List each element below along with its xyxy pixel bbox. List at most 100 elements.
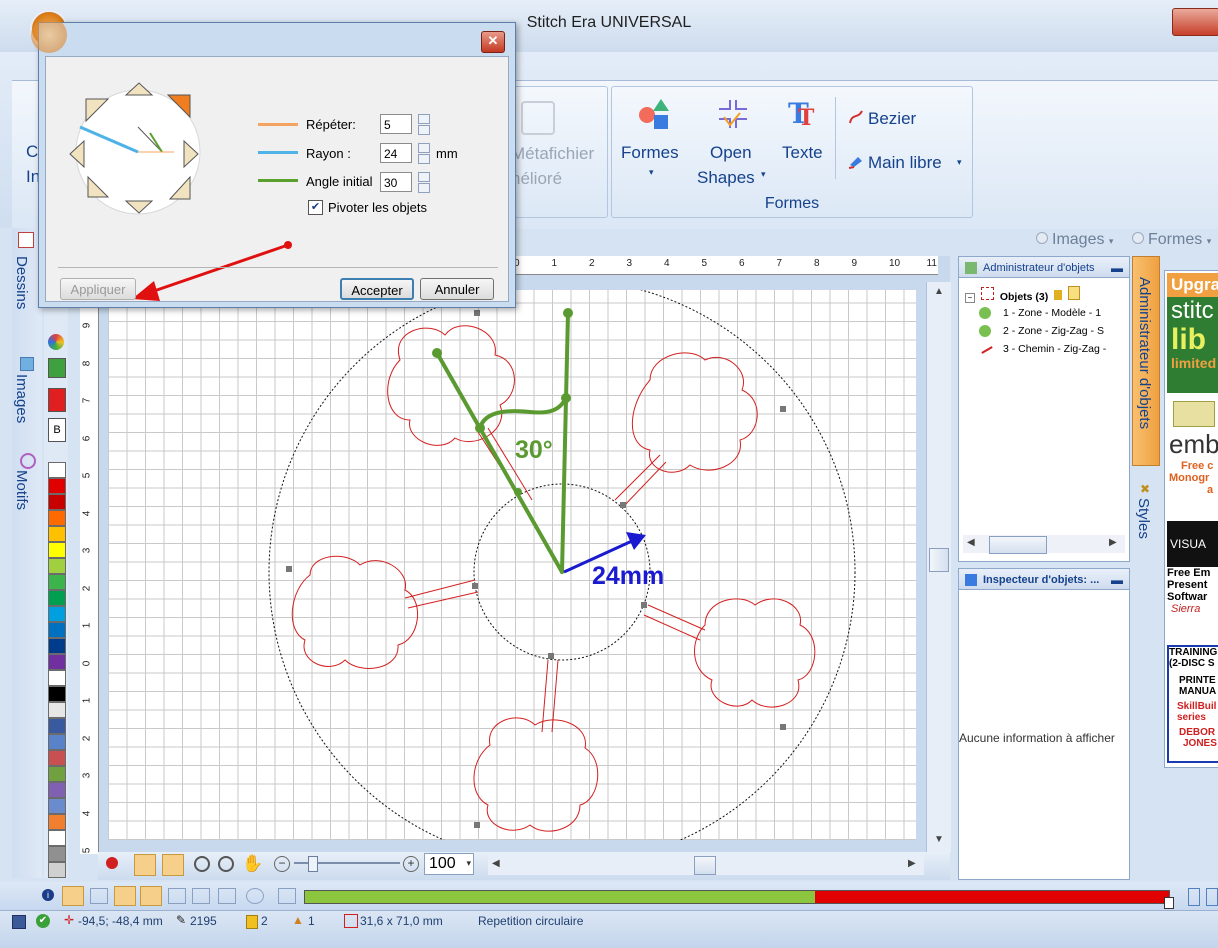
tree-h-scrollbar[interactable]: ◀ ▶ [963,535,1125,554]
color-swatch[interactable] [48,478,66,494]
accept-button[interactable]: Accepter [340,278,414,300]
ad-visual[interactable]: VISUA Free Em Present Softwar Sierra [1167,521,1218,641]
spin-up-icon[interactable] [418,143,430,153]
tab-images-left[interactable]: Images [13,374,43,444]
vertical-scrollbar[interactable]: ▲ ▼ [926,282,951,852]
zoom-slider[interactable] [294,856,400,872]
color-swatch[interactable] [48,526,66,542]
color-swatch[interactable] [48,574,66,590]
tree-item-2[interactable]: 2 - Zone - Zig-Zag - S [979,322,1104,340]
fill-tool-icon[interactable] [48,358,66,378]
repeat-input[interactable]: 5 [380,114,412,134]
spin-down-icon[interactable] [418,154,430,164]
visibility-icon[interactable] [1068,286,1081,300]
snap-toggle-icon[interactable] [162,854,184,876]
scroll-up-icon[interactable]: ▲ [934,286,944,297]
color-swatch[interactable] [48,814,66,830]
zoom-slider-thumb[interactable] [308,856,318,872]
tool-icon-9[interactable] [278,888,296,904]
tool-icon-5[interactable] [168,888,186,904]
scroll-left-icon[interactable]: ◀ [967,537,975,548]
zoom-select-icon[interactable] [218,856,234,872]
ad-emb[interactable]: emb Free c Monogr a [1167,399,1218,517]
pen-tool-icon[interactable] [48,388,66,412]
record-icon[interactable] [106,857,118,869]
radius-spinner[interactable] [418,143,430,164]
tab-images[interactable]: Images ▾ [1036,231,1113,249]
color-swatch[interactable] [48,734,66,750]
color-swatch[interactable] [48,622,66,638]
zoom-in-icon[interactable]: + [403,856,419,872]
color-swatch[interactable] [48,510,66,526]
metafile-button-line1[interactable]: Métafichier [511,144,594,164]
tree-scrollbar-thumb[interactable] [989,536,1047,554]
spin-down-icon[interactable] [418,125,430,135]
dialog-close-button[interactable]: ✕ [481,31,505,53]
color-swatch[interactable] [48,766,66,782]
cancel-button[interactable]: Annuler [420,278,494,300]
tool-icon-1[interactable] [62,886,84,906]
lock-icon[interactable] [1054,290,1063,300]
panel-minimize-icon[interactable]: ▬ [1111,569,1123,591]
zoom-combo[interactable]: 100 ▾ [424,853,474,875]
horizontal-scrollbar[interactable]: ◀ ▶ [488,855,924,875]
tab-styles[interactable]: Styles [1132,498,1160,558]
color-swatch[interactable] [48,862,66,878]
tool-icon-7[interactable] [218,888,236,904]
spin-down-icon[interactable] [418,183,430,193]
color-swatch[interactable] [48,590,66,606]
progress-end-marker[interactable] [1164,897,1174,909]
palette-tool-icon[interactable] [48,334,64,350]
panel-minimize-icon[interactable]: ▬ [1111,257,1123,279]
tab-formes[interactable]: Formes ▾ [1132,231,1211,249]
tree-item-1[interactable]: 1 - Zone - Modèle - 1 [979,304,1101,322]
scroll-right-icon[interactable]: ▶ [1109,537,1117,548]
pan-hand-icon[interactable]: ✋ [242,854,263,874]
text-style-icon[interactable]: B [48,418,66,442]
color-swatch[interactable] [48,542,66,558]
open-shapes-button-line1[interactable]: Open [710,143,752,163]
color-swatch[interactable] [48,718,66,734]
stitch-progress-bar[interactable] [304,890,1170,904]
color-swatch[interactable] [48,798,66,814]
color-swatch[interactable] [48,558,66,574]
color-swatch[interactable] [48,654,66,670]
color-swatch[interactable] [48,670,66,686]
info-icon[interactable]: i [42,889,54,901]
radius-input[interactable]: 24 [380,143,412,163]
color-swatch[interactable] [48,750,66,766]
tree-item-3[interactable]: 3 - Chemin - Zig-Zag - [981,340,1106,358]
tool-icon-8[interactable] [246,888,264,904]
open-shapes-button-line2[interactable]: Shapes [697,168,755,188]
color-swatch[interactable] [48,782,66,798]
rotate-objects-checkbox[interactable]: ✔ [308,200,323,215]
zoom-box-icon[interactable] [194,856,210,872]
scroll-down-icon[interactable]: ▼ [934,834,944,845]
tool-icon-3[interactable] [114,886,136,906]
tab-object-manager-right[interactable]: Administrateur d'objets [1132,256,1160,466]
spin-up-icon[interactable] [418,114,430,124]
ad-training[interactable]: TRAINING (2-DISC S PRINTE MANUA SkillBui… [1167,645,1218,763]
metafile-button-line2[interactable]: nélioré [511,169,562,189]
split-view-icon-2[interactable] [1206,888,1218,906]
angle-spinner[interactable] [418,172,430,193]
zoom-out-icon[interactable]: − [274,856,290,872]
color-swatch[interactable] [48,606,66,622]
color-swatch[interactable] [48,702,66,718]
color-swatch[interactable] [48,638,66,654]
save-icon[interactable] [12,915,26,929]
h-scrollbar-thumb[interactable] [694,856,716,875]
collapse-icon[interactable]: − [965,293,975,303]
scroll-right-icon[interactable]: ▶ [908,858,916,869]
formes-button[interactable]: Formes [621,143,679,163]
main-libre-button[interactable]: Main libre [868,153,942,173]
color-swatch[interactable] [48,846,66,862]
color-swatch[interactable] [48,494,66,510]
angle-input[interactable]: 30 [380,172,412,192]
chevron-down-icon[interactable]: ▾ [466,858,471,869]
grid-toggle-icon[interactable] [134,854,156,876]
color-swatch[interactable] [48,830,66,846]
close-window-button[interactable] [1172,8,1218,36]
tool-icon-2[interactable] [90,888,108,904]
split-view-icon[interactable] [1188,888,1200,906]
